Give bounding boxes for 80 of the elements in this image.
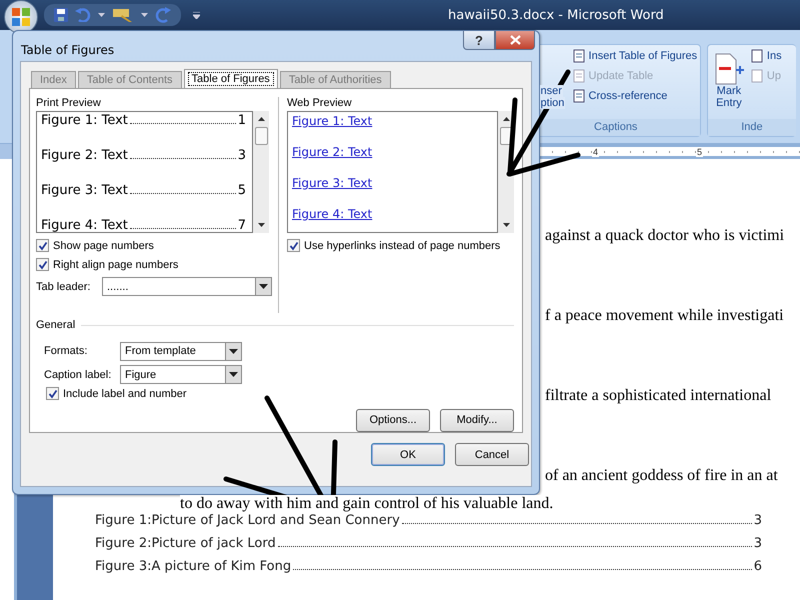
caret-icon bbox=[229, 372, 238, 378]
preview-link[interactable]: Figure 2: Text bbox=[292, 145, 493, 159]
paragraph-text: f a peace movement while investigati bbox=[545, 306, 785, 326]
figure-entry: Figure 3:A picture of Kim Fong bbox=[95, 559, 292, 574]
caret-icon[interactable] bbox=[141, 13, 148, 17]
page-number: 6 bbox=[754, 559, 762, 574]
ok-button[interactable]: OK bbox=[371, 443, 445, 466]
customize-icon[interactable] bbox=[193, 12, 200, 18]
mark-entry-button[interactable]: Mark Entry bbox=[708, 49, 750, 119]
scroll-thumb[interactable] bbox=[254, 127, 268, 145]
paragraph-text: against a quack doctor who is victimi bbox=[545, 226, 786, 246]
checkbox-row[interactable]: Show page numbers bbox=[36, 236, 274, 255]
dropdown[interactable]: From template bbox=[120, 342, 242, 361]
page-number: 5 bbox=[238, 183, 246, 198]
four-squares-icon bbox=[10, 6, 32, 28]
checkbox-row[interactable]: Use hyperlinks instead of page numbers bbox=[287, 236, 514, 255]
ribbon-button[interactable]: Ins bbox=[750, 49, 782, 63]
window-title: hawaii50.3.docx - Microsoft Word bbox=[448, 8, 664, 22]
close-icon bbox=[510, 35, 520, 45]
pen-icon[interactable] bbox=[112, 7, 134, 23]
button-label[interactable]: nser bbox=[540, 85, 563, 97]
checkbox-row[interactable]: Right align page numbers bbox=[36, 255, 274, 274]
paragraph-text: of an ancient goddess of fire in an at bbox=[545, 466, 779, 486]
scrollbar[interactable] bbox=[253, 111, 269, 233]
caret-icon bbox=[259, 284, 268, 289]
modify-button[interactable]: Modify... bbox=[440, 408, 514, 432]
preview-entry: Figure 2: Text bbox=[41, 148, 128, 163]
caret-icon[interactable] bbox=[98, 13, 105, 17]
checkbox-row[interactable]: Include label and number bbox=[36, 384, 514, 403]
page-number: 3 bbox=[754, 536, 762, 551]
paragraph-text: to do away with him and gain control of his valuable land. bbox=[180, 495, 554, 513]
checkbox[interactable] bbox=[287, 239, 300, 252]
section-label: Print Preview bbox=[36, 97, 102, 109]
figure-entry: Figure 1:Picture of Jack Lord and Sean Connery bbox=[95, 513, 400, 528]
preview-link[interactable]: Figure 3: Text bbox=[292, 176, 493, 190]
ribbon-button[interactable]: Cross-reference bbox=[572, 89, 698, 103]
dialog-title: Table of Figures bbox=[21, 43, 116, 57]
checkbox[interactable] bbox=[36, 258, 49, 271]
section-label: Web Preview bbox=[287, 97, 353, 109]
dropdown[interactable]: Figure bbox=[120, 365, 242, 384]
page-number: 7 bbox=[238, 218, 246, 232]
group-label: Inde bbox=[708, 119, 796, 136]
page-number: 3 bbox=[238, 148, 246, 163]
button-label[interactable]: ption bbox=[540, 97, 566, 109]
preview-entry: Figure 3: Text bbox=[41, 183, 128, 198]
checkbox[interactable] bbox=[46, 387, 59, 400]
field-label: Formats: bbox=[44, 345, 88, 358]
preview-link[interactable]: Figure 1: Text bbox=[292, 114, 493, 128]
page-number: 1 bbox=[238, 113, 246, 128]
options-button[interactable]: Options... bbox=[356, 408, 430, 432]
figure-entry: Figure 2:Picture of jack Lord bbox=[95, 536, 276, 551]
ruler: 4 5 bbox=[540, 144, 800, 159]
dropdown[interactable]: ....... bbox=[102, 277, 272, 296]
field-label: Caption label: bbox=[44, 368, 112, 381]
section-label: General bbox=[36, 319, 76, 332]
paragraph-text: filtrate a sophisticated international bbox=[545, 386, 772, 406]
cancel-button[interactable]: Cancel bbox=[455, 443, 529, 466]
scroll-up-icon[interactable] bbox=[502, 117, 510, 121]
preview-entry: Figure 4: Text bbox=[41, 218, 128, 232]
help-button[interactable]: ? bbox=[463, 31, 495, 50]
ribbon-button[interactable]: Insert Table of Figures bbox=[572, 49, 698, 63]
document-icon bbox=[572, 89, 586, 103]
document-icon bbox=[572, 69, 586, 83]
document-icon bbox=[750, 49, 764, 63]
caret-icon bbox=[229, 348, 238, 354]
close-button[interactable] bbox=[495, 31, 535, 50]
page-plus-icon bbox=[714, 53, 744, 85]
preview-entry: Figure 1: Text bbox=[41, 113, 128, 128]
scroll-down-icon[interactable] bbox=[502, 223, 510, 227]
office-button[interactable] bbox=[4, 0, 38, 34]
document-icon bbox=[572, 49, 586, 63]
save-icon[interactable] bbox=[54, 8, 68, 22]
page-number: 3 bbox=[754, 513, 762, 528]
scroll-up-icon[interactable] bbox=[258, 117, 264, 121]
scroll-down-icon[interactable] bbox=[258, 223, 264, 227]
document-icon bbox=[750, 69, 764, 83]
tab[interactable]: Table of Figures bbox=[184, 69, 278, 88]
checkbox[interactable] bbox=[36, 239, 49, 252]
preview-link[interactable]: Figure 4: Text bbox=[292, 207, 493, 221]
field-label: Tab leader: bbox=[36, 280, 92, 292]
